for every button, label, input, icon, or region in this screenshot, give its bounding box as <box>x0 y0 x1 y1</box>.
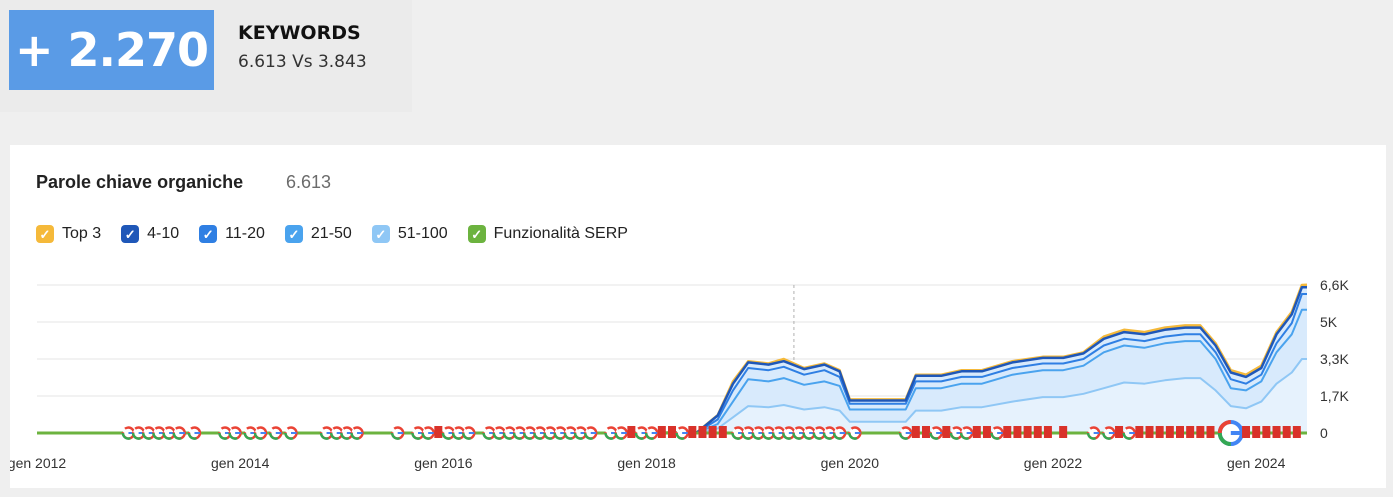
red-flag-icon <box>1023 426 1032 438</box>
x-tick-label: gen 2012 <box>10 455 66 471</box>
red-flag-icon <box>434 426 443 438</box>
x-tick-label: gen 2020 <box>821 455 880 471</box>
google-g-icon <box>848 426 862 440</box>
red-flag-icon <box>657 426 666 438</box>
red-flag-icon <box>627 426 636 438</box>
google-g-icon <box>1122 426 1136 440</box>
red-flag-icon <box>1013 426 1022 438</box>
google-g-icon <box>187 426 202 440</box>
red-flag-icon <box>1262 426 1271 438</box>
red-flag-icon <box>1115 426 1124 438</box>
google-g-icon <box>584 426 598 440</box>
google-g-large-icon <box>1217 420 1244 446</box>
google-g-icon <box>1086 426 1101 440</box>
red-flag-icon <box>1135 426 1144 438</box>
y-tick-label: 3,3K <box>1320 351 1349 367</box>
google-g-icon <box>284 426 298 440</box>
red-flag-icon <box>688 426 697 438</box>
y-tick-label: 0 <box>1320 425 1328 441</box>
red-flag-icon <box>911 426 920 438</box>
google-g-icon <box>462 426 476 440</box>
red-flag-icon <box>1186 426 1195 438</box>
google-g-icon <box>898 426 913 440</box>
red-flag-icon <box>718 426 727 438</box>
google-g-icon <box>959 426 974 440</box>
red-flag-icon <box>1003 426 1012 438</box>
red-flag-icon <box>708 426 717 438</box>
google-g-icon <box>253 426 268 440</box>
red-flag-icon <box>1206 426 1215 438</box>
x-tick-label: gen 2018 <box>617 455 676 471</box>
red-flag-icon <box>1252 426 1261 438</box>
red-flag-icon <box>1059 426 1068 438</box>
red-flag-icon <box>1242 426 1251 438</box>
google-g-icon <box>1102 426 1116 440</box>
google-g-icon <box>614 426 628 440</box>
red-flag-icon <box>1176 426 1184 438</box>
red-flag-icon <box>942 426 951 438</box>
google-g-icon <box>832 426 847 440</box>
organic-keywords-chart[interactable]: 0 1,7K 3,3K 5K 6,6K gen 2012 gen 2014 gen 2016 g… <box>10 145 1386 488</box>
google-g-icon <box>990 426 1004 440</box>
organic-keywords-card: Parole chiave organiche 6.613 ✓ Top 3 ✓ … <box>10 145 1386 488</box>
red-flag-icon <box>922 426 930 438</box>
red-flag-icon <box>1196 426 1205 438</box>
google-g-icon <box>172 426 186 440</box>
red-flag-icon <box>1292 426 1301 438</box>
red-flag-icon <box>982 426 991 438</box>
red-flag-icon <box>1282 426 1291 438</box>
y-tick-label: 1,7K <box>1320 388 1349 404</box>
x-tick-label: gen 2024 <box>1227 455 1286 471</box>
keyword-delta-badge: + 2.270 <box>9 10 214 90</box>
x-tick-label: gen 2014 <box>211 455 270 471</box>
google-g-icon <box>421 426 435 440</box>
google-g-icon <box>644 426 659 440</box>
red-flag-icon <box>668 426 676 438</box>
google-g-icon <box>390 426 405 440</box>
y-tick-label: 6,6K <box>1320 277 1349 293</box>
google-g-icon <box>228 426 242 440</box>
red-flag-icon <box>1043 426 1052 438</box>
google-g-icon <box>269 426 283 440</box>
red-flag-icon <box>1272 426 1281 438</box>
x-tick-label: gen 2022 <box>1024 455 1083 471</box>
x-tick-label: gen 2016 <box>414 455 473 471</box>
keywords-comparison: 6.613 Vs 3.843 <box>238 52 367 72</box>
red-flag-icon <box>972 426 981 438</box>
red-flag-icon <box>1145 426 1154 438</box>
red-flag-icon <box>1155 426 1164 438</box>
red-flag-icon <box>698 426 707 438</box>
y-tick-label: 5K <box>1320 314 1338 330</box>
keywords-label: KEYWORDS <box>238 22 361 44</box>
google-g-icon <box>675 426 689 440</box>
red-flag-icon <box>1165 426 1174 438</box>
google-g-icon <box>929 426 943 440</box>
red-flag-icon <box>1033 426 1042 438</box>
google-g-icon <box>350 426 364 440</box>
summary-panel: + 2.270 KEYWORDS 6.613 Vs 3.843 <box>0 0 412 112</box>
